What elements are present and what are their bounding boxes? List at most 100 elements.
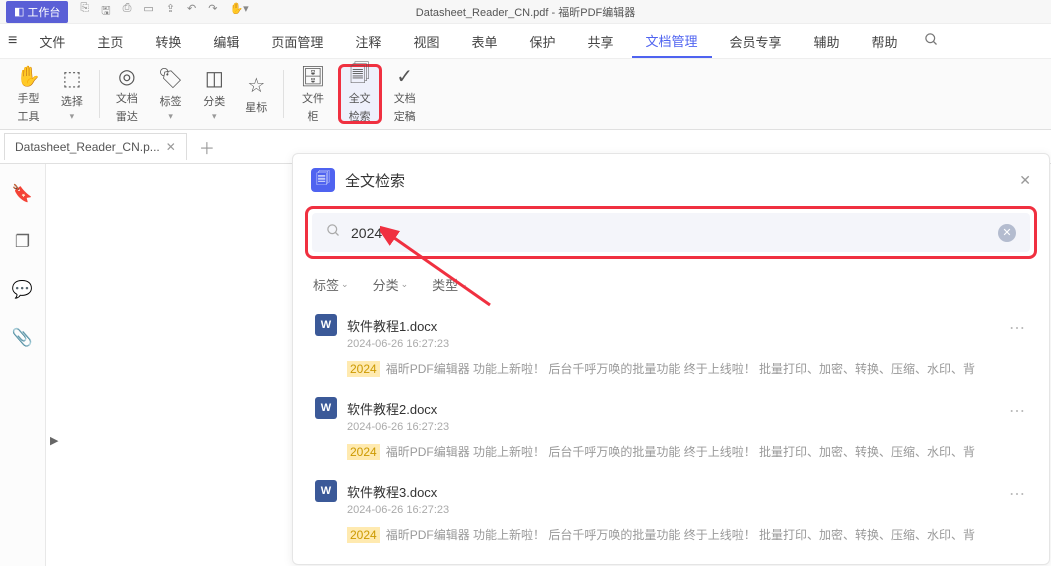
menu-form[interactable]: 表单 (457, 26, 511, 57)
result-name: 软件教程2.docx (347, 399, 437, 418)
cube-icon: ◧ (14, 5, 24, 18)
page-icon[interactable]: ▭ (143, 2, 153, 21)
search-box[interactable]: ✕ (312, 213, 1030, 252)
document-tab[interactable]: Datasheet_Reader_CN.p... ✕ (4, 133, 187, 160)
expand-icon[interactable]: ▶ (46, 430, 62, 451)
search-icon[interactable] (924, 32, 939, 50)
doc-radar-button[interactable]: ◎ 文档 雷达 (108, 64, 146, 124)
result-snippet: 2024 福昕PDF编辑器 功能上新啦！ 后台千呼万唤的批量功能 终于上线啦！ … (347, 360, 1027, 377)
word-icon: W (315, 397, 337, 419)
close-icon[interactable]: ✕ (1019, 172, 1031, 189)
result-date: 2024-06-26 16:27:23 (347, 504, 1027, 516)
results-list: W 软件教程1.docx 2024-06-26 16:27:23 2024 福昕… (293, 304, 1049, 553)
result-item[interactable]: W 软件教程1.docx 2024-06-26 16:27:23 2024 福昕… (307, 304, 1035, 387)
chevron-down-icon: ⌄ (401, 279, 409, 290)
separator (99, 70, 100, 118)
category-icon: ◫ (205, 67, 224, 91)
search-input[interactable] (351, 225, 988, 241)
cursor-icon: ⬚ (62, 67, 81, 91)
workbench-label: 工作台 (27, 4, 60, 20)
filter-category[interactable]: 分类⌄ (373, 275, 409, 294)
ribbon-label: 文件 (302, 90, 324, 106)
panel-title: 全文检索 (345, 170, 1009, 191)
clear-icon[interactable]: ✕ (998, 224, 1016, 242)
star-icon: ☆ (247, 73, 265, 97)
menu-file[interactable]: 文件 (25, 26, 79, 57)
menu-convert[interactable]: 转换 (141, 26, 195, 57)
window-title: Datasheet_Reader_CN.pdf - 福昕PDF编辑器 (416, 4, 635, 20)
menu-doc-manage[interactable]: 文档管理 (632, 25, 712, 58)
snippet-text: 福昕PDF编辑器 功能上新啦！ 后台千呼万唤的批量功能 终于上线啦！ 批量打印、… (386, 360, 975, 377)
pages-icon[interactable]: ❐ (15, 232, 30, 252)
export-icon[interactable]: ⇪ (166, 2, 175, 21)
side-rail: 🔖 ❐ 💬 📎 (0, 164, 46, 566)
separator (283, 70, 284, 118)
word-icon: W (315, 314, 337, 336)
add-tab-button[interactable]: ＋ (199, 135, 215, 159)
menu-help[interactable]: 帮助 (858, 26, 912, 57)
menu-annotate[interactable]: 注释 (341, 26, 395, 57)
more-icon[interactable]: ⋯ (1009, 484, 1027, 504)
match-highlight: 2024 (347, 527, 380, 543)
filter-label: 分类 (373, 275, 399, 294)
result-name: 软件教程1.docx (347, 316, 437, 335)
tab-label: Datasheet_Reader_CN.p... (15, 140, 160, 154)
chevron-down-icon: ▾ (168, 111, 173, 122)
match-highlight: 2024 (347, 444, 380, 460)
filter-tags[interactable]: 标签⌄ (313, 275, 349, 294)
menu-view[interactable]: 视图 (399, 26, 453, 57)
chevron-down-icon: ⌄ (460, 279, 468, 290)
comments-icon[interactable]: 💬 (12, 280, 33, 300)
hand-icon[interactable]: ✋▾ (229, 2, 248, 21)
result-date: 2024-06-26 16:27:23 (347, 421, 1027, 433)
search-box-highlight: ✕ (305, 206, 1037, 259)
quick-access-toolbar: ⎘ 🖫 ⎙ ▭ ⇪ ↶ ↷ ✋▾ (80, 2, 248, 21)
menu-page[interactable]: 页面管理 (257, 26, 337, 57)
menu-member[interactable]: 会员专享 (716, 26, 796, 57)
more-icon[interactable]: ⋯ (1009, 401, 1027, 421)
close-icon[interactable]: ✕ (166, 140, 176, 154)
hand-icon: ✋ (16, 64, 41, 88)
search-doc-icon: 🗐 (350, 64, 370, 88)
fulltext-search-panel: 🗐 全文检索 ✕ ✕ 标签⌄ 分类⌄ 类型⌄ W 软件教程1.docx 2024… (292, 153, 1050, 565)
filter-row: 标签⌄ 分类⌄ 类型⌄ (293, 259, 1049, 304)
result-item[interactable]: W 软件教程3.docx 2024-06-26 16:27:23 2024 福昕… (307, 470, 1035, 553)
result-item[interactable]: W 软件教程2.docx 2024-06-26 16:27:23 2024 福昕… (307, 387, 1035, 470)
radar-icon: ◎ (118, 64, 135, 88)
fulltext-search-button[interactable]: 🗐 全文 检索 (338, 64, 382, 124)
workbench-tab[interactable]: ◧ 工作台 (6, 1, 68, 23)
result-snippet: 2024 福昕PDF编辑器 功能上新啦！ 后台千呼万唤的批量功能 终于上线啦！ … (347, 443, 1027, 460)
menu-assist[interactable]: 辅助 (800, 26, 854, 57)
attachment-icon[interactable]: 📎 (12, 328, 33, 348)
ribbon-label: 定稿 (394, 108, 416, 124)
menu-share[interactable]: 共享 (573, 26, 627, 57)
save-icon[interactable]: 🖫 (101, 2, 110, 21)
stamp-icon: ✓ (396, 64, 413, 88)
print-icon[interactable]: ⎙ (123, 2, 132, 21)
title-bar: ◧ 工作台 ⎘ 🖫 ⎙ ▭ ⇪ ↶ ↷ ✋▾ Datasheet_Reader_… (0, 0, 1051, 24)
menu-edit[interactable]: 编辑 (199, 26, 253, 57)
redo-icon[interactable]: ↷ (208, 2, 217, 21)
hamburger-icon[interactable]: ≡ (8, 32, 17, 50)
file-cabinet-button[interactable]: 🗄 文件 柜 (292, 64, 333, 124)
ribbon-label: 文档 (116, 90, 138, 106)
menu-home[interactable]: 主页 (83, 26, 137, 57)
more-icon[interactable]: ⋯ (1009, 318, 1027, 338)
select-button[interactable]: ⬚ 选择 ▾ (53, 64, 91, 124)
bookmark-icon[interactable]: 🔖 (12, 184, 33, 204)
result-date: 2024-06-26 16:27:23 (347, 338, 1027, 350)
menu-protect[interactable]: 保护 (515, 26, 569, 57)
word-icon: W (315, 480, 337, 502)
finalize-button[interactable]: ✓ 文档 定稿 (386, 64, 424, 124)
filter-type[interactable]: 类型⌄ (432, 275, 468, 294)
ribbon-label: 工具 (17, 108, 39, 124)
tags-button[interactable]: 🏷 标签 ▾ (150, 64, 191, 124)
star-button[interactable]: ☆ 星标 (237, 64, 275, 124)
hand-tool-button[interactable]: ✋ 手型 工具 (8, 64, 49, 124)
tag-icon: 🏷 (158, 67, 183, 91)
cabinet-icon: 🗄 (300, 64, 325, 88)
open-icon[interactable]: ⎘ (80, 2, 89, 21)
category-button[interactable]: ◫ 分类 ▾ (195, 64, 233, 124)
undo-icon[interactable]: ↶ (187, 2, 196, 21)
ribbon-label: 柜 (307, 108, 318, 124)
